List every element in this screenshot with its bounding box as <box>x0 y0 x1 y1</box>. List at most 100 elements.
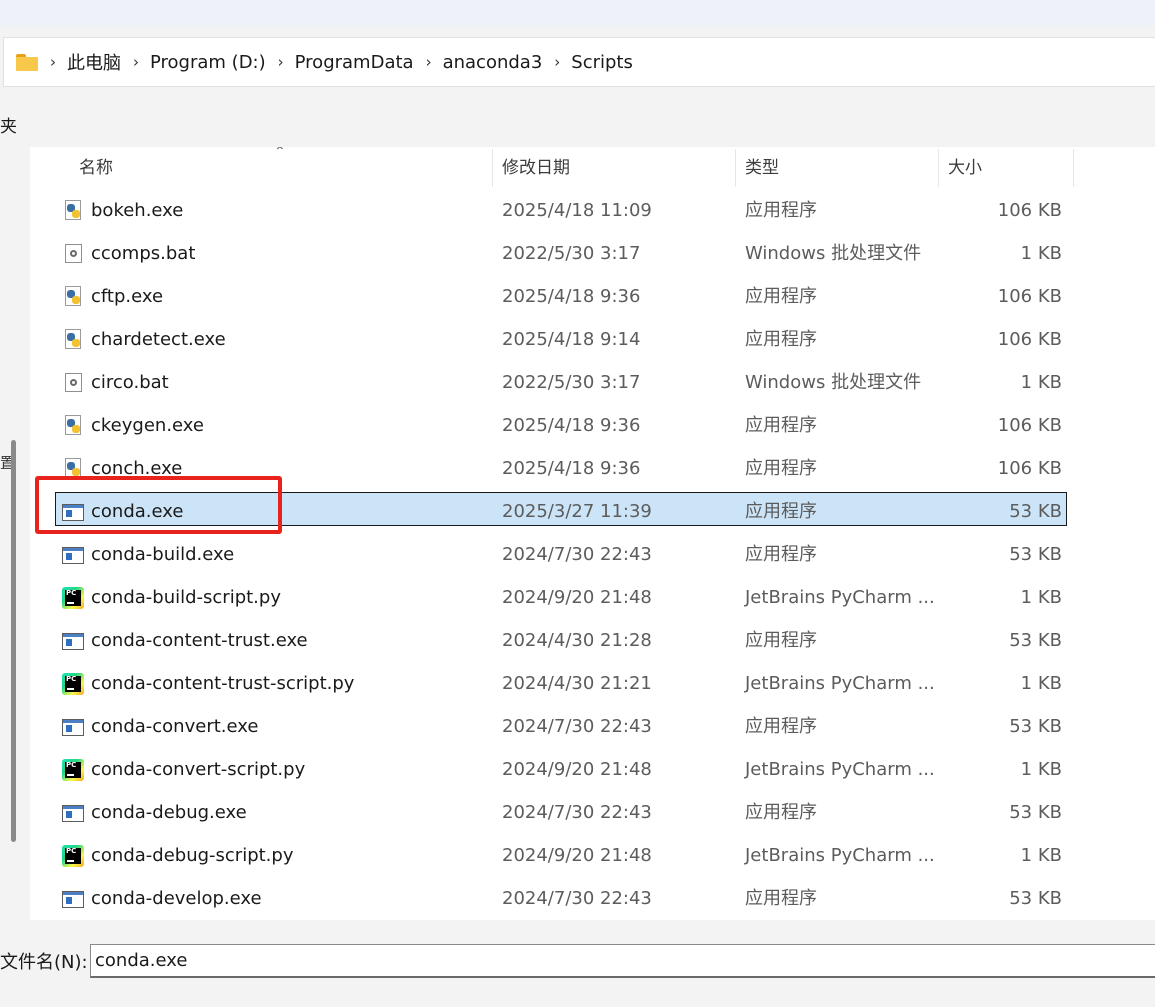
file-date-modified: 2022/5/30 3:17 <box>502 243 641 264</box>
file-date-modified: 2025/4/18 9:36 <box>502 415 641 436</box>
file-date-modified: 2024/7/30 22:43 <box>502 888 652 909</box>
file-type: JetBrains PyCharm ... <box>745 587 935 608</box>
application-icon <box>62 544 84 566</box>
annotation-highlight-box <box>35 476 282 534</box>
title-strip <box>0 0 1155 27</box>
breadcrumb-scripts[interactable]: Scripts <box>571 52 633 73</box>
application-icon <box>62 716 84 738</box>
file-date-modified: 2025/3/27 11:39 <box>502 501 652 522</box>
file-row[interactable]: ccomps.bat 2022/5/30 3:17 Windows 批处理文件 1 K… <box>30 232 1155 275</box>
file-date-modified: 2022/5/30 3:17 <box>502 372 641 393</box>
column-divider[interactable] <box>938 149 939 187</box>
breadcrumb-programdata[interactable]: ProgramData <box>295 52 414 73</box>
file-row[interactable]: PC conda-debug-script.py 2024/9/20 21:48 Je… <box>30 834 1155 877</box>
sort-ascending-icon: ⌃ <box>274 147 286 160</box>
pycharm-icon: PC <box>62 759 84 781</box>
file-row[interactable]: PC conda-build-script.py 2024/9/20 21:48 Je… <box>30 576 1155 619</box>
file-size: 1 KB <box>1020 243 1062 264</box>
file-type: Windows 批处理文件 <box>745 372 922 393</box>
file-date-modified: 2024/9/20 21:48 <box>502 587 652 608</box>
file-name: circo.bat <box>91 372 169 393</box>
file-type: 应用程序 <box>745 888 817 909</box>
file-row[interactable]: conda-debug.exe 2024/7/30 22:43 应用程序 53 KB <box>30 791 1155 834</box>
address-bar[interactable]: › 此电脑 › Program (D:) › ProgramData › ana… <box>3 37 1155 87</box>
sidebar-scrollbar[interactable] <box>11 440 16 842</box>
file-date-modified: 2025/4/18 9:36 <box>502 458 641 479</box>
folder-icon <box>16 53 38 71</box>
file-row[interactable]: chardetect.exe 2025/4/18 9:14 应用程序 106 KB <box>30 318 1155 361</box>
application-icon <box>62 630 84 652</box>
column-type[interactable]: 类型 <box>745 147 779 187</box>
file-size: 106 KB <box>997 415 1062 436</box>
application-icon <box>62 888 84 910</box>
file-row[interactable]: cftp.exe 2025/4/18 9:36 应用程序 106 KB <box>30 275 1155 318</box>
pycharm-icon: PC <box>62 673 84 695</box>
file-row[interactable]: conda-content-trust.exe 2024/4/30 21:28 应用… <box>30 619 1155 662</box>
file-type: JetBrains PyCharm ... <box>745 845 935 866</box>
file-size: 53 KB <box>1009 716 1062 737</box>
file-size: 106 KB <box>997 286 1062 307</box>
file-name: conda-convert.exe <box>91 716 259 737</box>
file-size: 1 KB <box>1020 372 1062 393</box>
file-type: 应用程序 <box>745 630 817 651</box>
file-type: 应用程序 <box>745 329 817 350</box>
file-size: 1 KB <box>1020 673 1062 694</box>
chevron-right-icon[interactable]: › <box>50 53 56 71</box>
breadcrumb-this-pc[interactable]: 此电脑 <box>67 49 121 75</box>
file-row[interactable]: conda-build.exe 2024/7/30 22:43 应用程序 53 KB <box>30 533 1155 576</box>
file-row[interactable]: conda-develop.exe 2024/7/30 22:43 应用程序 53 K… <box>30 877 1155 920</box>
column-name[interactable]: 名称 <box>79 147 113 187</box>
filename-input[interactable] <box>90 944 1155 978</box>
python-exe-icon <box>62 329 84 351</box>
pycharm-icon: PC <box>62 587 84 609</box>
file-name: ccomps.bat <box>91 243 196 264</box>
file-size: 1 KB <box>1020 845 1062 866</box>
file-row[interactable]: PC conda-convert-script.py 2024/9/20 21:48… <box>30 748 1155 791</box>
file-date-modified: 2024/7/30 22:43 <box>502 544 652 565</box>
chevron-right-icon[interactable]: › <box>426 53 432 71</box>
file-size: 106 KB <box>997 200 1062 221</box>
file-type: JetBrains PyCharm ... <box>745 673 935 694</box>
file-row[interactable]: PC conda-content-trust-script.py 2024/4/30… <box>30 662 1155 705</box>
file-size: 1 KB <box>1020 759 1062 780</box>
file-name: conda-content-trust-script.py <box>91 673 355 694</box>
file-date-modified: 2025/4/18 9:14 <box>502 329 641 350</box>
file-date-modified: 2024/7/30 22:43 <box>502 802 652 823</box>
file-type: 应用程序 <box>745 200 817 221</box>
column-date-modified[interactable]: 修改日期 <box>502 147 570 187</box>
file-row[interactable]: conda-convert.exe 2024/7/30 22:43 应用程序 53 K… <box>30 705 1155 748</box>
file-type: Windows 批处理文件 <box>745 243 922 264</box>
chevron-right-icon[interactable]: › <box>133 53 139 71</box>
column-header: ⌃ 名称 修改日期 类型 大小 <box>30 147 1155 187</box>
file-name: chardetect.exe <box>91 329 226 350</box>
file-size: 1 KB <box>1020 587 1062 608</box>
file-name: conda-debug-script.py <box>91 845 294 866</box>
new-folder-button[interactable]: 夹 <box>0 112 17 137</box>
file-type: JetBrains PyCharm ... <box>745 759 935 780</box>
chevron-right-icon[interactable]: › <box>278 53 284 71</box>
file-date-modified: 2024/4/30 21:21 <box>502 673 652 694</box>
file-row[interactable]: circo.bat 2022/5/30 3:17 Windows 批处理文件 1 KB <box>30 361 1155 404</box>
file-name: cftp.exe <box>91 286 164 307</box>
file-row[interactable]: bokeh.exe 2025/4/18 11:09 应用程序 106 KB <box>30 189 1155 232</box>
file-name: conda-content-trust.exe <box>91 630 308 651</box>
file-type: 应用程序 <box>745 716 817 737</box>
column-divider[interactable] <box>735 149 736 187</box>
column-size[interactable]: 大小 <box>948 147 982 187</box>
file-type: 应用程序 <box>745 501 817 522</box>
file-name: conda-debug.exe <box>91 802 247 823</box>
file-date-modified: 2024/7/30 22:43 <box>502 716 652 737</box>
file-row[interactable]: ckeygen.exe 2025/4/18 9:36 应用程序 106 KB <box>30 404 1155 447</box>
file-name: conda-develop.exe <box>91 888 262 909</box>
python-exe-icon <box>62 286 84 308</box>
chevron-right-icon[interactable]: › <box>554 53 560 71</box>
column-divider[interactable] <box>492 149 493 187</box>
file-name: conda-build-script.py <box>91 587 281 608</box>
column-divider[interactable] <box>1073 149 1074 187</box>
file-date-modified: 2025/4/18 9:36 <box>502 286 641 307</box>
file-size: 53 KB <box>1009 501 1062 522</box>
breadcrumb-anaconda3[interactable]: anaconda3 <box>443 52 543 73</box>
file-size: 53 KB <box>1009 630 1062 651</box>
batch-file-icon <box>62 372 84 394</box>
breadcrumb-program-drive[interactable]: Program (D:) <box>150 52 266 73</box>
